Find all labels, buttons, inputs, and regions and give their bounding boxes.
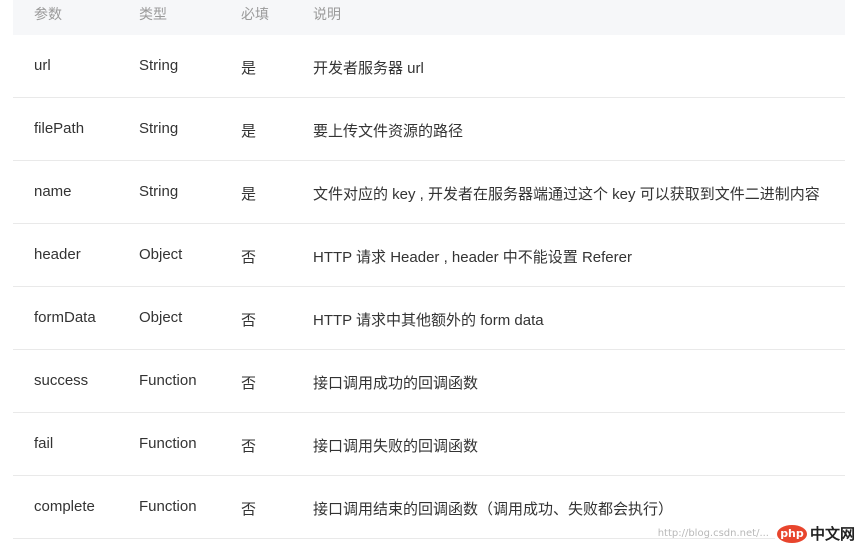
param-type: String [139, 57, 179, 74]
param-name: complete [34, 498, 95, 515]
table-row: fail Function 否 接口调用失败的回调函数 [13, 413, 845, 476]
php-logo-icon: php [776, 524, 807, 543]
param-name: name [34, 183, 72, 200]
watermark: http://blog.csdn.net/... php 中文网 [658, 522, 857, 545]
param-type: Function [139, 498, 197, 515]
param-description: 接口调用失败的回调函数 [313, 438, 479, 455]
param-name: url [34, 57, 51, 74]
param-required: 否 [241, 249, 257, 266]
page: 参数 类型 必填 说明 url String 是 开发者服务器 url file… [0, 0, 865, 548]
param-required: 是 [241, 60, 257, 77]
param-required: 是 [241, 123, 257, 140]
header-required: 必填 [241, 6, 269, 22]
param-description: 接口调用结束的回调函数（调用成功、失败都会执行） [313, 501, 674, 518]
header-param: 参数 [34, 6, 62, 22]
param-required: 否 [241, 312, 257, 329]
param-name: success [34, 372, 89, 389]
table-header: 参数 类型 必填 说明 [13, 0, 845, 35]
table-row: formData Object 否 HTTP 请求中其他额外的 form dat… [13, 287, 845, 350]
param-type: String [139, 183, 179, 200]
param-name: filePath [34, 120, 85, 137]
param-required: 否 [241, 375, 257, 392]
param-type: Function [139, 435, 197, 452]
header-type: 类型 [139, 6, 167, 22]
php-cn-logo: php 中文网 [774, 522, 857, 545]
table-row: filePath String 是 要上传文件资源的路径 [13, 98, 845, 161]
param-required: 否 [241, 438, 257, 455]
param-name: formData [34, 309, 96, 326]
param-description: HTTP 请求中其他额外的 form data [313, 312, 544, 329]
logo-text: 中文网 [809, 526, 855, 543]
param-description: 要上传文件资源的路径 [313, 123, 464, 140]
param-name: header [34, 246, 81, 263]
param-type: Object [139, 246, 183, 263]
param-required: 是 [241, 186, 257, 203]
param-name: fail [34, 435, 54, 452]
watermark-url: http://blog.csdn.net/... [657, 528, 769, 539]
param-description: 文件对应的 key , 开发者在服务器端通过这个 key 可以获取到文件二进制内… [313, 186, 820, 203]
table-row: header Object 否 HTTP 请求 Header , header … [13, 224, 845, 287]
param-required: 否 [241, 501, 257, 518]
param-type: String [139, 120, 179, 137]
table-row: name String 是 文件对应的 key , 开发者在服务器端通过这个 k… [13, 161, 845, 224]
param-description: 接口调用成功的回调函数 [313, 375, 479, 392]
table-row: success Function 否 接口调用成功的回调函数 [13, 350, 845, 413]
param-type: Function [139, 372, 197, 389]
header-description: 说明 [313, 6, 341, 22]
param-description: 开发者服务器 url [313, 60, 424, 77]
table-row: url String 是 开发者服务器 url [13, 35, 845, 98]
param-description: HTTP 请求 Header , header 中不能设置 Referer [313, 249, 632, 266]
param-type: Object [139, 309, 183, 326]
parameter-table: 参数 类型 必填 说明 url String 是 开发者服务器 url file… [13, 0, 845, 539]
